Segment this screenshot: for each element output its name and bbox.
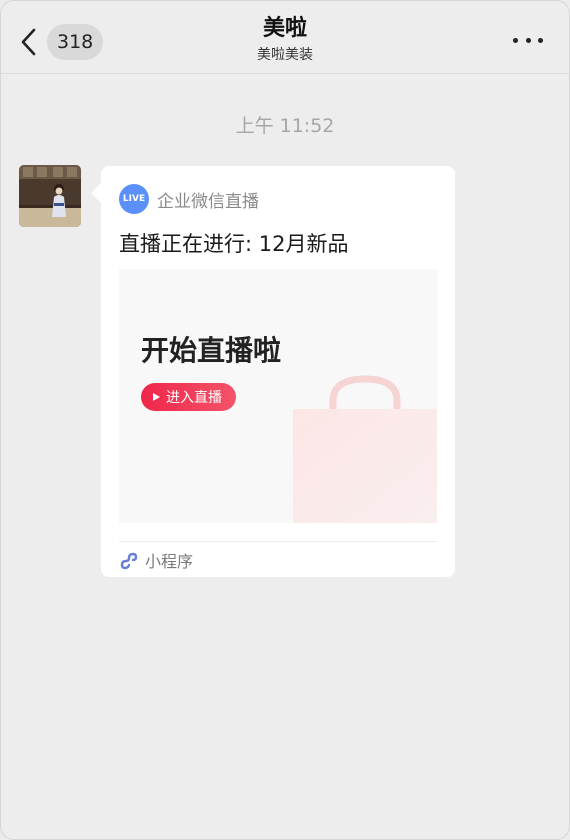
live-message-card[interactable]: LIVE 企业微信直播 直播正在进行: 12月新品 开始直播啦 进入直播 小程序	[91, 166, 455, 577]
chat-title-block: 美啦 美啦美装	[1, 15, 569, 65]
mini-program-icon	[120, 552, 138, 570]
card-footer: 小程序	[119, 547, 193, 573]
enter-live-button[interactable]: 进入直播	[141, 383, 236, 411]
dot	[513, 37, 518, 43]
bubble-tail	[91, 183, 111, 203]
mini-program-label: 小程序	[145, 552, 194, 571]
preview-heading: 开始直播啦	[141, 334, 282, 367]
enter-live-label: 进入直播	[166, 390, 222, 406]
chat-header: 318 美啦 美啦美装	[1, 1, 569, 74]
dot	[538, 37, 543, 43]
card-title: 直播正在进行: 12月新品	[119, 232, 349, 256]
play-icon	[153, 393, 160, 401]
shopping-bag-icon	[293, 375, 437, 523]
more-options-button[interactable]	[513, 33, 543, 47]
source-name: 企业微信直播	[157, 191, 259, 212]
chat-subtitle: 美啦美装	[257, 47, 313, 63]
live-badge-icon: LIVE	[119, 184, 149, 214]
avatar-image	[19, 165, 81, 227]
dot	[525, 37, 531, 43]
chat-title: 美啦	[262, 16, 307, 41]
live-preview-image[interactable]: 开始直播啦 进入直播	[119, 269, 437, 523]
card-source: LIVE 企业微信直播	[119, 184, 259, 214]
chat-window: 318 美啦 美啦美装 上午 11:52 LIVE 企业微信直播 直播正在进行:…	[0, 0, 570, 840]
sender-avatar[interactable]	[19, 165, 81, 227]
message-timestamp: 上午 11:52	[235, 115, 335, 137]
card-divider	[119, 541, 437, 542]
